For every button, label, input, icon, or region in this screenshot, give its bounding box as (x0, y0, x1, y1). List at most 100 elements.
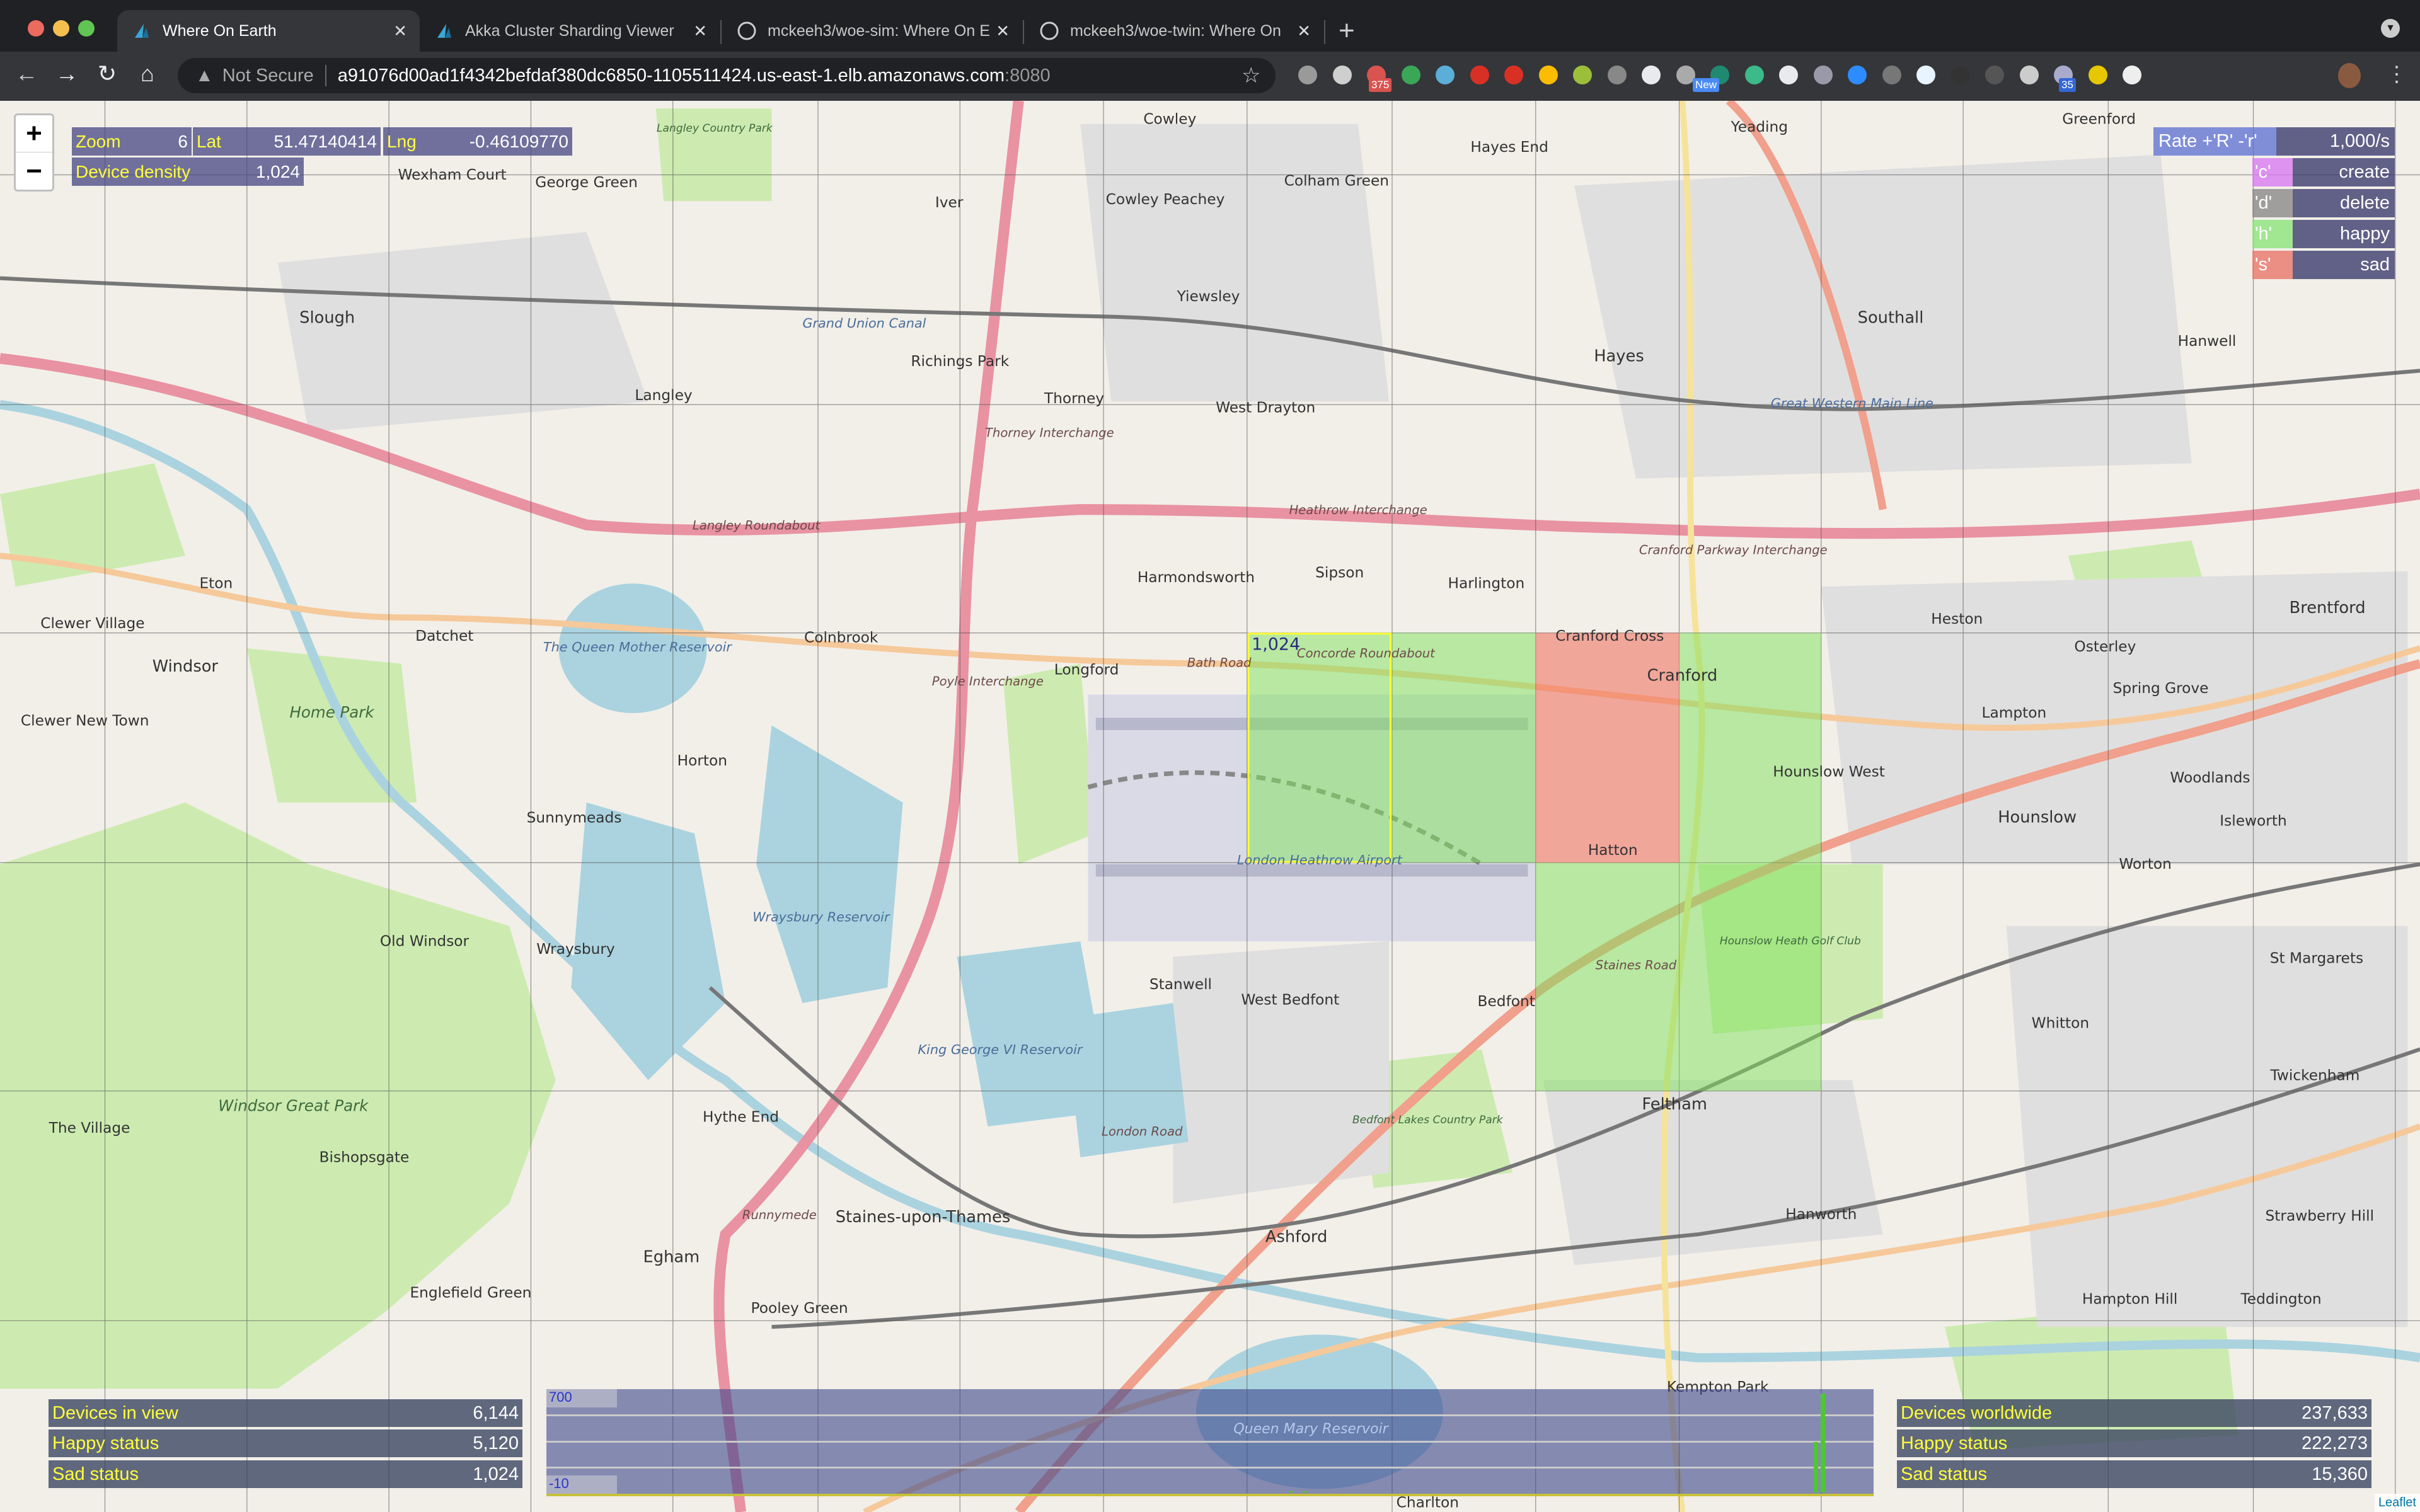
rate-label: Rate +'R' -'r' (2153, 127, 2276, 156)
back-arrow-icon[interactable]: ← (14, 60, 39, 87)
gridline (546, 1441, 1874, 1443)
puzzle-extension-icon[interactable] (1676, 66, 1695, 84)
home-icon[interactable]: ⌂ (135, 60, 160, 87)
map-label: Hayes (1594, 347, 1644, 366)
command-happy[interactable]: 'h' happy (2252, 220, 2395, 248)
new-tab-button[interactable]: + (1339, 15, 1355, 47)
map-label: Harmondsworth (1138, 569, 1255, 586)
forward-arrow-icon[interactable]: → (54, 60, 79, 87)
security-indicator[interactable]: Not Secure (222, 66, 314, 86)
zoom-readout: Zoom 6 (72, 127, 192, 156)
url-host: a91076d00ad1f4342befdaf380dc6850-1105511… (337, 65, 1005, 86)
circle-extension-icon[interactable] (1298, 66, 1317, 84)
map-label: Feltham (1642, 1095, 1707, 1114)
map-label: Bedfont Lakes Country Park (1352, 1114, 1504, 1126)
tab-title: mckeeh3/woe-sim: Where On E (768, 21, 990, 40)
map-label: Thorney Interchange (985, 426, 1114, 440)
github-icon (737, 21, 756, 40)
rocket-extension-icon[interactable] (1813, 66, 1833, 84)
command-create[interactable]: 'c' create (2252, 158, 2395, 186)
selected-cell-count: 1,024 (1252, 635, 1300, 655)
leaflet-attribution-link[interactable]: Leaflet (2374, 1494, 2420, 1512)
drive-extension-icon[interactable] (1538, 66, 1558, 84)
tab-woe-sim[interactable]: mckeeh3/woe-sim: Where On E ✕ (722, 10, 1022, 52)
stat-devices-in-view: Devices in view 6,144 (49, 1399, 522, 1427)
vs-client-extension-icon[interactable] (1882, 66, 1901, 84)
map-label: Staines-upon-Thames (836, 1208, 1010, 1227)
close-tab-icon[interactable]: ✕ (393, 21, 407, 41)
tab-akka-cluster-sharding-viewer[interactable]: Akka Cluster Sharding Viewer ✕ (420, 10, 720, 52)
stat-devices-worldwide: Devices worldwide 237,633 (1897, 1399, 2371, 1427)
tab-woe-twin[interactable]: mckeeh3/woe-twin: Where On ✕ (1025, 10, 1323, 52)
sheet-extension-icon[interactable] (1779, 66, 1798, 84)
command-delete[interactable]: 'd' delete (2252, 189, 2395, 217)
map-label: West Bedfont (1241, 992, 1339, 1009)
chart-bar (1820, 1394, 1825, 1492)
calendar-extension-icon[interactable] (1470, 66, 1489, 84)
stat-label: Happy status (52, 1433, 159, 1453)
rate-control[interactable]: Rate +'R' -'r' 1,000/s (2153, 127, 2395, 156)
zoom-extension-icon[interactable] (1848, 66, 1867, 84)
menu-kebab-icon[interactable]: ⋮ (2386, 62, 2407, 87)
map-label: Richings Park (911, 353, 1009, 370)
bookmark-star-icon[interactable]: ☆ (1242, 63, 1260, 88)
stat-value: 5,120 (473, 1433, 519, 1453)
counter-badge: 35 (2059, 78, 2076, 92)
counter-extension-icon[interactable] (1950, 66, 1970, 84)
stat-value: 1,024 (473, 1463, 519, 1484)
battery-extension-icon[interactable] (1573, 66, 1592, 84)
map-label: Windsor Great Park (218, 1097, 369, 1115)
close-tab-icon[interactable]: ✕ (693, 21, 707, 41)
address-bar[interactable]: ▲ Not Secure a91076d00ad1f4342befdaf380d… (178, 58, 1276, 93)
map-label: Ashford (1265, 1228, 1327, 1247)
close-window-button[interactable] (28, 20, 44, 37)
close-tab-icon[interactable]: ✕ (996, 21, 1010, 41)
map-label: Cowley Peachey (1106, 191, 1225, 208)
close-tab-icon[interactable]: ✕ (1297, 21, 1311, 41)
clock-extension-icon[interactable] (2019, 66, 2039, 84)
tab-title: Where On Earth (163, 21, 277, 40)
map-label: Lampton (1982, 704, 2047, 721)
map-label: Cranford (1647, 666, 1718, 685)
map-label: Pooley Green (751, 1300, 848, 1317)
zoom-label: Zoom (76, 131, 121, 151)
tab-where-on-earth[interactable]: Where On Earth ✕ (117, 10, 420, 52)
tab-divider (1023, 20, 1024, 44)
pen-extension-icon[interactable] (1436, 66, 1455, 84)
gear-extension-icon[interactable] (1332, 66, 1352, 84)
tab-divider (1324, 20, 1325, 44)
map-label: Stanwell (1150, 976, 1212, 993)
lat-readout: Lat 51.47140414 (193, 127, 381, 156)
map-label: Langley Roundabout (693, 518, 821, 533)
zoom-out-button[interactable]: − (16, 152, 52, 190)
cell-happy[interactable] (1392, 633, 1536, 863)
shield-extension-icon[interactable] (1504, 66, 1523, 84)
extensions-extension-icon[interactable] (2123, 66, 2141, 84)
atom-extension-icon[interactable] (2088, 66, 2107, 84)
divider (325, 65, 326, 86)
maximize-window-button[interactable] (78, 20, 95, 37)
zoom-in-button[interactable]: + (16, 115, 52, 152)
cell-happy[interactable] (1679, 862, 1821, 1091)
reload-icon[interactable]: ↻ (95, 60, 120, 87)
cell-happy[interactable] (1247, 633, 1392, 863)
evernote-extension-icon[interactable] (1401, 66, 1420, 84)
gridline (546, 1467, 1874, 1469)
cloud-extension-icon[interactable] (1916, 66, 1935, 84)
profile-avatar[interactable] (2338, 63, 2361, 88)
colorwheel-extension-icon[interactable] (1642, 66, 1661, 84)
stat-happy-in-view: Happy status 5,120 (49, 1429, 522, 1457)
tab-search-chevron-icon[interactable]: ▼ (2381, 19, 2400, 38)
minimize-window-button[interactable] (53, 20, 69, 37)
map-label: George Green (535, 174, 638, 191)
disc-extension-icon[interactable] (1607, 66, 1627, 84)
bar-extension-icon[interactable] (1985, 66, 2004, 84)
map[interactable]: 1,024 Cowley Yeading Hayes End Greenford… (0, 101, 2420, 1512)
cell-happy[interactable] (1535, 862, 1680, 1091)
url-port: :8080 (1005, 65, 1051, 86)
command-sad[interactable]: 's' sad (2252, 251, 2395, 279)
github-icon (1040, 21, 1059, 40)
grammarly-extension-icon[interactable] (1744, 66, 1764, 84)
lng-value: -0.46109770 (469, 131, 568, 151)
zoom-value: 6 (178, 131, 188, 151)
